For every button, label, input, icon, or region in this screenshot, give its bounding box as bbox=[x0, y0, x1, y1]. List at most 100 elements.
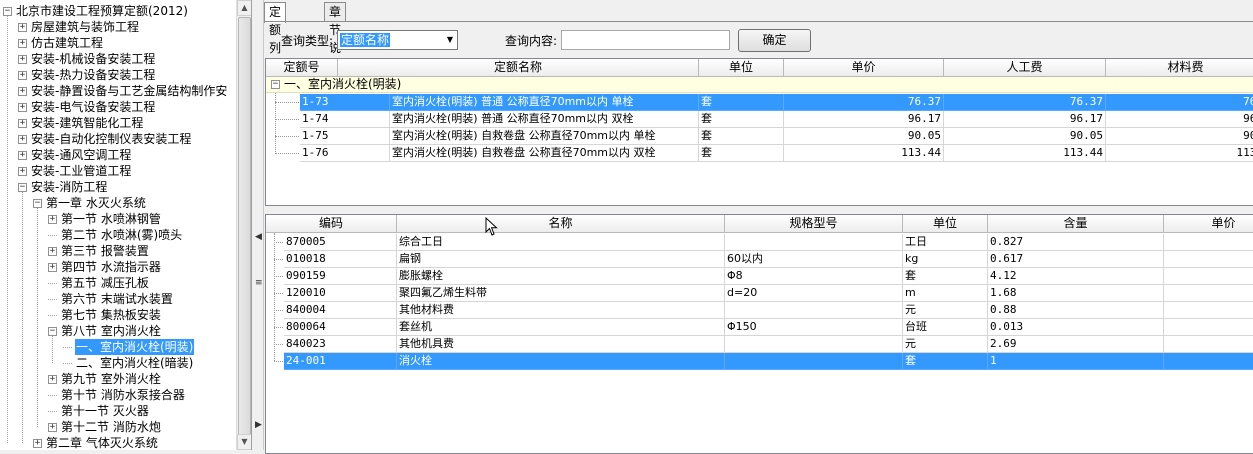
tree-item-label: 第六节 末端试水装置 bbox=[61, 292, 173, 306]
confirm-button[interactable]: 确定 bbox=[738, 29, 811, 52]
tree-guide-line bbox=[7, 16, 8, 443]
table-row[interactable]: 840004 其他材料费 元 0.88 bbox=[266, 302, 1253, 319]
tree-item-label: 安装-自动化控制仪表安装工程 bbox=[31, 132, 192, 146]
collapse-toggle-icon[interactable]: − bbox=[271, 80, 280, 89]
tree-item-label: 第八节 室内消火栓 bbox=[61, 324, 161, 338]
table-row[interactable]: 1-74 室内消火栓(明装) 普通 公称直径70mm以内 双栓套 96.17 96.1… bbox=[266, 111, 1253, 128]
table-row[interactable]: 090159 膨胀螺栓 Φ8 套 4.12 bbox=[266, 268, 1253, 285]
cell-name: 膨胀螺栓 bbox=[397, 268, 725, 285]
expand-icon[interactable]: + bbox=[18, 39, 27, 48]
expand-icon[interactable]: + bbox=[18, 87, 27, 96]
column-header-labor[interactable]: 人工费 bbox=[944, 59, 1106, 77]
expand-icon[interactable]: + bbox=[48, 375, 57, 384]
tree-item-label: 第一节 水喷淋钢管 bbox=[61, 212, 161, 226]
cell-code: 010018 bbox=[284, 251, 397, 268]
collapse-left-icon[interactable]: ◀ bbox=[255, 232, 262, 242]
cell-material: 76. bbox=[1106, 94, 1253, 111]
cell-price bbox=[1164, 268, 1253, 285]
expand-icon[interactable]: + bbox=[18, 151, 27, 160]
cell-labor: 90.05 bbox=[944, 128, 1106, 145]
expand-right-icon[interactable]: ▶ bbox=[255, 420, 262, 430]
scroll-down-icon[interactable]: ▼ bbox=[237, 434, 251, 450]
column-header-code[interactable]: 定额号 bbox=[266, 59, 338, 77]
cell-material: 113. bbox=[1106, 145, 1253, 162]
cell-name: 套丝机 bbox=[397, 319, 725, 336]
cell-code: 870005 bbox=[284, 234, 397, 251]
chevron-down-icon[interactable]: ▼ bbox=[447, 31, 453, 49]
collapse-icon[interactable]: − bbox=[3, 7, 12, 16]
tree-connector bbox=[48, 395, 57, 396]
tree-item-label: 安装-电气设备安装工程 bbox=[31, 100, 156, 114]
tree-item-label: 二、室内消火栓(暗装) bbox=[76, 356, 194, 370]
expand-icon[interactable]: + bbox=[18, 71, 27, 80]
scroll-thumb[interactable] bbox=[238, 17, 251, 447]
column-header-name[interactable]: 定额名称 bbox=[338, 59, 699, 77]
expand-icon[interactable]: + bbox=[48, 247, 57, 256]
cell-qty: 0.88 bbox=[988, 302, 1164, 319]
table-row[interactable]: 840023 其他机具费 元 2.69 bbox=[266, 336, 1253, 353]
table-row[interactable]: 800064 套丝机 Φ150 台班 0.013 bbox=[266, 319, 1253, 336]
cell-spec: Φ150 bbox=[725, 319, 903, 336]
expand-icon[interactable]: + bbox=[48, 215, 57, 224]
table-row[interactable]: 870005 综合工日 工日 0.827 bbox=[266, 234, 1253, 251]
expand-icon[interactable]: + bbox=[18, 55, 27, 64]
collapse-icon[interactable]: − bbox=[48, 327, 57, 336]
collapse-icon[interactable]: − bbox=[18, 183, 27, 192]
query-content-input[interactable] bbox=[561, 30, 730, 50]
cell-price bbox=[1164, 251, 1253, 268]
tree-item-label: 第七节 集热板安装 bbox=[61, 308, 161, 322]
quota-table-header: 定额号 定额名称 单位 单价 人工费 材料费 bbox=[266, 59, 1253, 77]
column-header-price[interactable]: 单价 bbox=[1164, 215, 1253, 233]
cell-name: 消火栓 bbox=[397, 353, 725, 370]
expand-icon[interactable]: + bbox=[18, 119, 27, 128]
table-row[interactable]: 1-76 室内消火栓(明装) 自救卷盘 公称直径70mm以内 双栓套 113.44 1… bbox=[266, 145, 1253, 162]
column-header-unit[interactable]: 单位 bbox=[903, 215, 988, 233]
expand-icon[interactable]: + bbox=[18, 103, 27, 112]
cell-labor: 96.17 bbox=[944, 111, 1106, 128]
table-row[interactable]: 1-75 室内消火栓(明装) 自救卷盘 公称直径70mm以内 单栓套 90.05 90… bbox=[266, 128, 1253, 145]
resource-table: 编码 名称 规格型号 单位 含量 单价 870005 综合工日 工日 0.827 010… bbox=[265, 214, 1253, 454]
query-type-label: 查询类型: bbox=[281, 34, 334, 48]
group-row[interactable]: − 一、室内消火栓(明装) bbox=[266, 77, 1253, 93]
expand-icon[interactable]: + bbox=[18, 135, 27, 144]
tree-item-label: 第四节 水流指示器 bbox=[61, 260, 161, 274]
tree-item-label: 安装-机械设备安装工程 bbox=[31, 52, 156, 66]
tab-quota-list[interactable]: 定额列表 bbox=[264, 2, 287, 73]
expand-icon[interactable]: + bbox=[33, 439, 42, 448]
expand-icon[interactable]: + bbox=[48, 263, 57, 272]
grip-icon: ≡ bbox=[255, 278, 263, 288]
scroll-up-icon[interactable]: ▲ bbox=[237, 0, 251, 16]
expand-icon[interactable]: + bbox=[18, 23, 27, 32]
cell-name: 其他材料费 bbox=[397, 302, 725, 319]
cell-price: 76.37 bbox=[784, 94, 944, 111]
column-header-spec[interactable]: 规格型号 bbox=[725, 215, 903, 233]
table-row[interactable]: 010018 扁钢 60以内 kg 0.617 bbox=[266, 251, 1253, 268]
cell-price: 90.05 bbox=[784, 128, 944, 145]
column-header-code[interactable]: 编码 bbox=[266, 215, 397, 233]
column-header-unit[interactable]: 单位 bbox=[699, 59, 784, 77]
table-row[interactable]: 24-001 消火栓 套 1 bbox=[266, 353, 1253, 370]
tab-chapter-notes[interactable]: 章节说明 bbox=[324, 2, 347, 73]
cell-spec bbox=[725, 302, 903, 319]
cell-spec bbox=[725, 353, 903, 370]
column-header-qty[interactable]: 含量 bbox=[988, 215, 1164, 233]
tree-item-label: 一、室内消火栓(明装) bbox=[75, 339, 195, 355]
tree-connector bbox=[274, 259, 283, 260]
collapse-icon[interactable]: − bbox=[33, 199, 42, 208]
tree-connector bbox=[274, 344, 283, 345]
cell-unit: 工日 bbox=[903, 234, 988, 251]
column-header-price[interactable]: 单价 bbox=[784, 59, 944, 77]
panel-splitter[interactable]: ◀ ≡ ▶ bbox=[252, 0, 264, 450]
tree-connector bbox=[63, 347, 72, 348]
column-header-name[interactable]: 名称 bbox=[397, 215, 725, 233]
column-header-material[interactable]: 材料费 bbox=[1106, 59, 1253, 77]
expand-icon[interactable]: + bbox=[18, 167, 27, 176]
cell-unit: 元 bbox=[903, 302, 988, 319]
tree-item-label: 安装-工业管道工程 bbox=[31, 164, 132, 178]
query-type-select[interactable]: 定额名称 ▼ bbox=[337, 30, 458, 50]
tree-scrollbar[interactable]: ▲ ▼ bbox=[236, 0, 251, 450]
table-row[interactable]: 120010 聚四氟乙烯生料带 d=20 m 1.68 bbox=[266, 285, 1253, 302]
table-row[interactable]: 1-73 室内消火栓(明装) 普通 公称直径70mm以内 单栓套 76.37 76.3… bbox=[266, 94, 1253, 111]
expand-icon[interactable]: + bbox=[48, 423, 57, 432]
cell-price bbox=[1164, 285, 1253, 302]
